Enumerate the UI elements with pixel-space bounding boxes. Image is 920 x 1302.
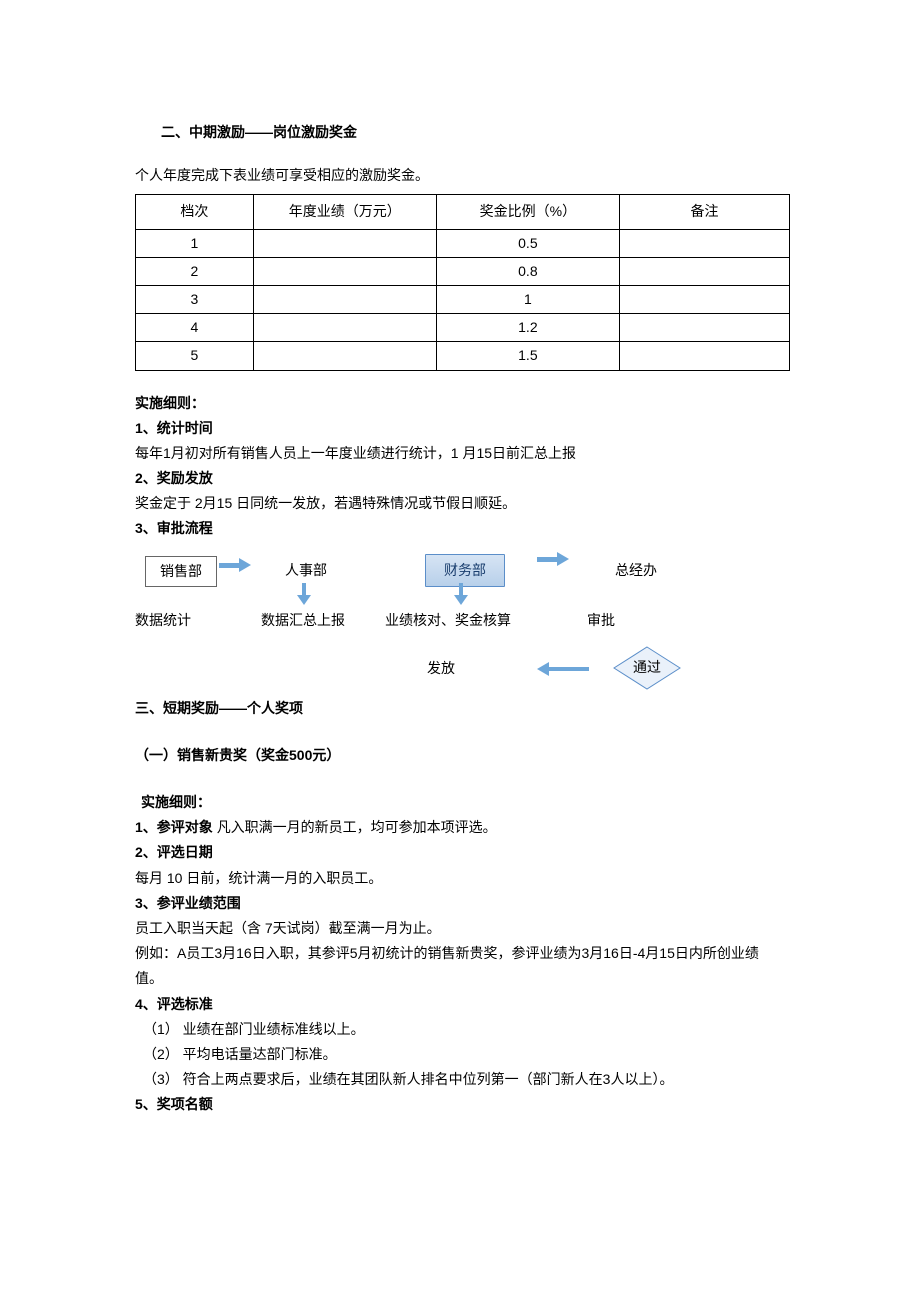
flow-label-finance: 业绩核对、奖金核算 (385, 608, 511, 633)
flow-label-release: 发放 (427, 656, 455, 681)
arrow-right-icon (219, 559, 251, 571)
table-header-row: 档次 年度业绩（万元） 奖金比例（%） 备注 (136, 195, 790, 229)
award-1-rule-4-item3: （3） 符合上两点要求后，业绩在其团队新人排名中位列第一（部门新人在3人以上）。 (135, 1067, 790, 1092)
rule-2-title: 2、奖励发放 (135, 466, 790, 491)
arrow-right-icon (537, 553, 569, 565)
th-ratio: 奖金比例（%） (436, 195, 619, 229)
cell-perf (253, 285, 436, 313)
cell-note (619, 229, 789, 257)
cell-tier: 2 (136, 257, 254, 285)
award-1-rule-5-title: 5、奖项名额 (135, 1092, 790, 1117)
award-1-rule-3-body1: 员工入职当天起（含 7天试岗）截至满一月为止。 (135, 916, 790, 941)
award-1-rule-1-body: 凡入职满一月的新员工，均可参加本项评选。 (217, 815, 497, 840)
flow-label-ceo: 审批 (587, 608, 615, 633)
award-1-rule-4-item1: （1） 业绩在部门业绩标准线以上。 (135, 1017, 790, 1042)
cell-perf (253, 342, 436, 370)
cell-note (619, 257, 789, 285)
arrow-left-icon (537, 664, 589, 674)
rule-2-body: 奖金定于 2月15 日同统一发放，若遇特殊情况或节假日顺延。 (135, 491, 790, 516)
cell-tier: 1 (136, 229, 254, 257)
award-1-rule-3-body2: 例如：A员工3月16日入职，其参评5月初统计的销售新贵奖，参评业绩为3月16日-… (135, 941, 790, 991)
section-2-intro: 个人年度完成下表业绩可享受相应的激励奖金。 (135, 163, 790, 188)
section-2-title: 二、中期激励——岗位激励奖金 (135, 120, 790, 145)
award-1-rule-1-title: 1、参评对象 (135, 815, 213, 840)
award-1-title: （一）销售新贵奖（奖金500元） (135, 743, 790, 768)
flow-node-ceo: 总经办 (615, 558, 657, 583)
cell-perf (253, 257, 436, 285)
cell-ratio: 0.8 (436, 257, 619, 285)
flow-diamond-label: 通过 (633, 655, 661, 680)
table-row: 4 1.2 (136, 314, 790, 342)
rules-heading: 实施细则： (135, 391, 790, 416)
th-tier: 档次 (136, 195, 254, 229)
cell-note (619, 314, 789, 342)
rule-1-body: 每年1月初对所有销售人员上一年度业绩进行统计，1 月15日前汇总上报 (135, 441, 790, 466)
th-perf: 年度业绩（万元） (253, 195, 436, 229)
table-row: 1 0.5 (136, 229, 790, 257)
cell-ratio: 1.5 (436, 342, 619, 370)
arrow-down-icon (456, 583, 466, 605)
award-1-rules-heading: 实施细则： (135, 790, 790, 815)
award-1-rule-3-title: 3、参评业绩范围 (135, 891, 790, 916)
cell-ratio: 0.5 (436, 229, 619, 257)
bonus-table: 档次 年度业绩（万元） 奖金比例（%） 备注 1 0.5 2 0.8 3 1 4 (135, 194, 790, 370)
rule-1-title: 1、统计时间 (135, 416, 790, 441)
arrow-down-icon (299, 583, 309, 605)
cell-perf (253, 314, 436, 342)
cell-ratio: 1 (436, 285, 619, 313)
flow-label-sales: 数据统计 (135, 608, 191, 633)
cell-ratio: 1.2 (436, 314, 619, 342)
table-row: 2 0.8 (136, 257, 790, 285)
table-row: 3 1 (136, 285, 790, 313)
flow-label-hr: 数据汇总上报 (261, 608, 345, 633)
award-1-rule-2-body: 每月 10 日前，统计满一月的入职员工。 (135, 866, 790, 891)
cell-note (619, 285, 789, 313)
award-1-rule-4-item2: （2） 平均电话量达部门标准。 (135, 1042, 790, 1067)
cell-note (619, 342, 789, 370)
rule-3-title: 3、审批流程 (135, 516, 790, 541)
table-row: 5 1.5 (136, 342, 790, 370)
th-note: 备注 (619, 195, 789, 229)
award-1-rule-1: 1、参评对象 凡入职满一月的新员工，均可参加本项评选。 (135, 815, 790, 840)
cell-tier: 3 (136, 285, 254, 313)
cell-perf (253, 229, 436, 257)
approval-flow: 销售部 人事部 财务部 总经办 数据统计 数据汇总上报 业绩核对、奖金核算 审批… (135, 550, 790, 690)
award-1-rule-4-title: 4、评选标准 (135, 992, 790, 1017)
cell-tier: 5 (136, 342, 254, 370)
flow-diamond-pass: 通过 (613, 646, 681, 690)
flow-node-sales: 销售部 (145, 556, 217, 587)
award-1-rule-2-title: 2、评选日期 (135, 840, 790, 865)
section-3-title: 三、短期奖励——个人奖项 (135, 696, 790, 721)
cell-tier: 4 (136, 314, 254, 342)
flow-node-hr: 人事部 (285, 558, 327, 583)
